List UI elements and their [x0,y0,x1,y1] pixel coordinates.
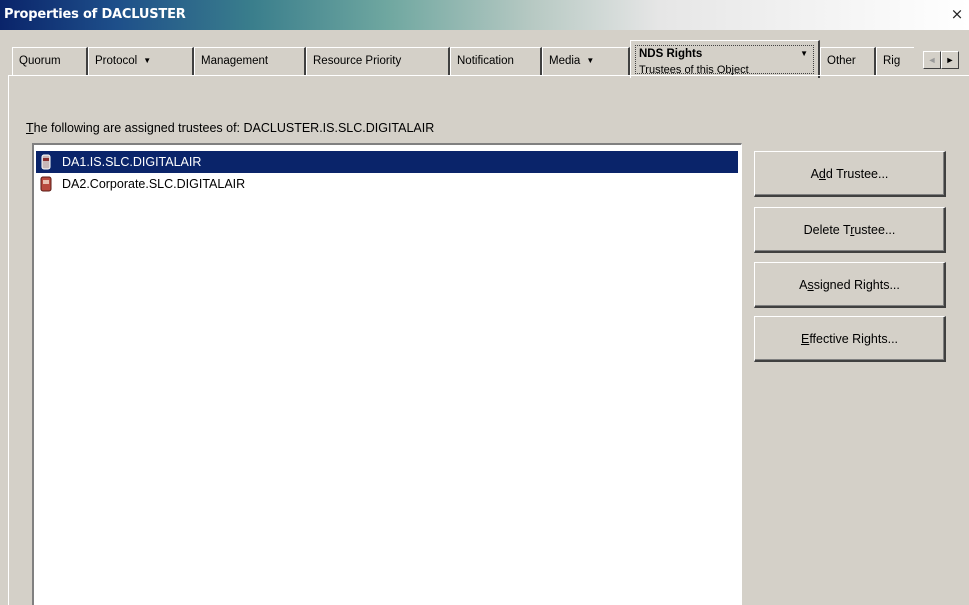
effective-rights-button[interactable]: Effective Rights... [754,316,946,362]
tab-protocol[interactable]: Protocol ▼ [88,47,194,75]
button-label: Delete T [803,223,851,237]
tab-rights-truncated[interactable]: Rig [876,47,914,75]
button-label: ustee... [854,223,896,237]
tab-quorum[interactable]: Quorum [12,47,88,75]
tab-management[interactable]: Management [194,47,306,75]
tab-notification[interactable]: Notification [450,47,542,75]
tab-label: Management [201,55,269,67]
window-title: Properties of DACLUSTER [4,7,186,22]
properties-panel: Quorum Protocol ▼ Management Resource Pri… [8,40,969,605]
tab-label: Other [827,55,856,67]
tab-sub-label[interactable]: Trustees of this Object [639,61,749,79]
tab-label: Quorum [19,55,61,67]
trustee-list[interactable]: DA1.IS.SLC.DIGITALAIR DA2.Corporate.SLC.… [32,143,742,605]
delete-trustee-button[interactable]: Delete Trustee... [754,207,946,253]
tab-strip: Quorum Protocol ▼ Management Resource Pri… [8,40,969,104]
list-item[interactable]: DA2.Corporate.SLC.DIGITALAIR [36,173,738,195]
tab-page-border [8,75,969,76]
close-icon[interactable]: × [949,6,965,22]
tab-resource-priority[interactable]: Resource Priority [306,47,450,75]
trustee-name: DA2.Corporate.SLC.DIGITALAIR [62,177,246,191]
chevron-down-icon: ▼ [586,56,595,65]
chevron-down-icon[interactable]: ▼ [800,45,808,63]
button-label: ffective Rights... [809,332,899,346]
tab-label: Notification [457,55,514,67]
button-label: A [810,167,819,181]
tab-other[interactable]: Other [820,47,876,75]
title-bar[interactable]: Properties of DACLUSTER × [0,0,969,30]
tab-label: Resource Priority [313,55,402,67]
button-label: d Trustee... [825,167,889,181]
add-trustee-button[interactable]: Add Trustee... [754,151,946,197]
scroll-left-icon[interactable]: ◄ [923,51,941,69]
user-object-icon [41,154,51,170]
tab-label: Media [549,55,581,67]
list-item[interactable]: DA1.IS.SLC.DIGITALAIR [36,151,738,173]
tab-label: Rig [883,55,901,67]
trustees-label: The following are assigned trustees of: … [26,121,434,135]
scroll-right-icon[interactable]: ► [941,51,959,69]
user-object-icon [40,176,52,192]
assigned-rights-button[interactable]: Assigned Rights... [754,262,946,308]
mnemonic-char: d [818,167,826,181]
trustee-name: DA1.IS.SLC.DIGITALAIR [62,155,202,169]
button-label: signed Rights... [813,278,900,292]
trustees-label-text: he following are assigned trustees of: D… [33,121,435,135]
tab-nds-rights[interactable]: NDS Rights ▼ Trustees of this Object [630,40,820,78]
tab-media[interactable]: Media ▼ [542,47,630,75]
tab-page-border-left [8,75,9,605]
chevron-down-icon: ▼ [143,56,152,65]
tab-label: Protocol [95,55,138,67]
mnemonic-char: T [26,121,34,135]
